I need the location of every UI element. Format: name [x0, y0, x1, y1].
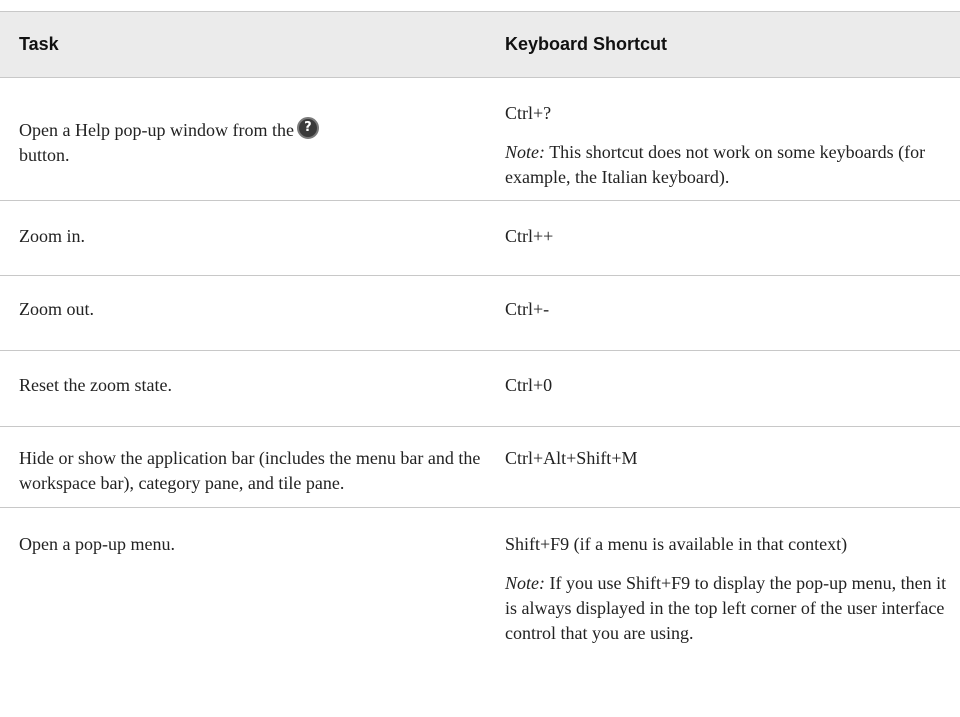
table-row: Zoom in. Ctrl++	[0, 200, 960, 276]
shortcut-cell: Ctrl+? Note: This shortcut does not work…	[493, 77, 960, 201]
shortcut-note: Note: This shortcut does not work on som…	[505, 140, 952, 190]
shortcut-note: Note: If you use Shift+F9 to display the…	[505, 571, 952, 646]
shortcut-text: Ctrl+?	[505, 103, 552, 123]
task-cell: Zoom in.	[0, 200, 493, 276]
note-label: Note:	[505, 142, 545, 162]
task-cell: Open a Help pop-up window from the? butto…	[0, 77, 493, 201]
shortcut-cell: Ctrl+0	[493, 350, 960, 427]
table-row: Zoom out. Ctrl+-	[0, 275, 960, 351]
shortcut-cell: Ctrl+-	[493, 275, 960, 351]
help-question-icon: ?	[296, 117, 319, 139]
shortcut-column-header: Keyboard Shortcut	[505, 34, 668, 54]
note-text: If you use Shift+F9 to display the pop-u…	[505, 573, 947, 643]
shortcut-cell: Shift+F9 (if a menu is available in that…	[493, 508, 960, 651]
table-row: Open a Help pop-up window from the? butto…	[0, 77, 960, 201]
table-row: Reset the zoom state. Ctrl+0	[0, 350, 960, 427]
task-cell: Hide or show the application bar (includ…	[0, 426, 493, 508]
task-cell: Open a pop-up menu.	[19, 534, 175, 554]
table-row: Open a pop-up menu. Shift+F9 (if a menu …	[0, 508, 960, 651]
table-header-row: Task Keyboard Shortcut	[0, 11, 960, 78]
note-text: This shortcut does not work on some keyb…	[505, 142, 926, 187]
table-row: Hide or show the application bar (includ…	[0, 426, 960, 508]
task-text: Open a Help pop-up window from the	[19, 120, 294, 140]
shortcut-cell: Ctrl++	[493, 200, 960, 276]
shortcut-text: Shift+F9 (if a menu is available in that…	[505, 534, 848, 554]
keyboard-shortcuts-table: Task Keyboard Shortcut Open a Help pop-u…	[0, 11, 960, 650]
task-column-header: Task	[19, 34, 59, 54]
task-text: button.	[19, 145, 70, 165]
task-cell: Zoom out.	[0, 275, 493, 351]
task-cell: Reset the zoom state.	[0, 350, 493, 427]
note-label: Note:	[505, 573, 545, 593]
shortcut-cell: Ctrl+Alt+Shift+M	[493, 426, 960, 508]
